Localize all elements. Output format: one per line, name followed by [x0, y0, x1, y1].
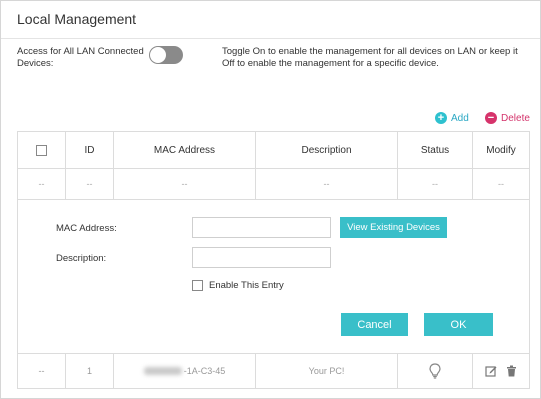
delete-label: Delete	[501, 112, 530, 124]
row-mac-suffix: -1A-C3-45	[183, 366, 226, 376]
header-status: Status	[398, 132, 473, 168]
header-id: ID	[66, 132, 114, 168]
add-button[interactable]: + Add	[435, 112, 469, 124]
placeholder-cell: --	[498, 179, 504, 189]
minus-icon: −	[485, 112, 497, 124]
mac-address-input[interactable]	[192, 217, 331, 238]
enable-entry-option[interactable]: Enable This Entry	[192, 280, 284, 291]
placeholder-cell: --	[256, 169, 398, 199]
description-input[interactable]	[192, 247, 331, 268]
ok-button[interactable]: OK	[424, 313, 493, 336]
trash-icon[interactable]	[506, 365, 517, 377]
access-all-lan-toggle[interactable]	[149, 46, 183, 64]
mac-address-label: MAC Address:	[56, 223, 117, 234]
row-mac-cell: -1A-C3-45	[114, 354, 256, 388]
select-all-checkbox[interactable]	[36, 144, 47, 156]
cancel-button[interactable]: Cancel	[341, 313, 408, 336]
local-management-panel: Local Management Access for All LAN Conn…	[0, 0, 541, 399]
header-description: Description	[256, 132, 398, 168]
access-help-text: Toggle On to enable the management for a…	[222, 46, 518, 69]
add-entry-form: MAC Address: View Existing Devices Descr…	[18, 200, 529, 352]
lightbulb-icon[interactable]	[429, 363, 441, 379]
table-header: ID MAC Address Description Status Modify	[18, 132, 529, 169]
access-all-lan-label: Access for All LAN Connected Devices:	[17, 46, 144, 69]
placeholder-cell: --	[66, 169, 114, 199]
edit-icon[interactable]	[485, 365, 497, 377]
placeholder-cell: --	[398, 169, 473, 199]
row-id-cell: 1	[66, 354, 114, 388]
placeholder-cell: --	[114, 169, 256, 199]
devices-table: ID MAC Address Description Status Modify…	[17, 131, 530, 389]
page-title: Local Management	[17, 11, 137, 27]
enable-entry-checkbox[interactable]	[192, 280, 203, 291]
title-divider	[1, 38, 540, 39]
add-label: Add	[451, 112, 469, 124]
row-select-cell: --	[18, 354, 66, 388]
view-existing-devices-button[interactable]: View Existing Devices	[340, 217, 447, 238]
header-modify: Modify	[486, 144, 516, 156]
row-modify-cell	[473, 354, 529, 388]
delete-button[interactable]: − Delete	[485, 112, 530, 124]
description-label: Description:	[56, 253, 107, 264]
placeholder-cell: --	[18, 169, 66, 199]
header-select-all	[18, 132, 66, 168]
plus-icon: +	[435, 112, 447, 124]
header-mac-address: MAC Address	[114, 132, 256, 168]
row-description-cell: Your PC!	[256, 354, 398, 388]
table-row-placeholder: -- -- -- -- -- --	[18, 169, 529, 200]
table-row: -- 1 -1A-C3-45 Your PC!	[18, 353, 529, 388]
toggle-knob	[150, 47, 166, 63]
enable-entry-label: Enable This Entry	[209, 280, 284, 291]
mac-redacted-blur	[143, 367, 182, 375]
row-status-cell	[398, 354, 473, 388]
